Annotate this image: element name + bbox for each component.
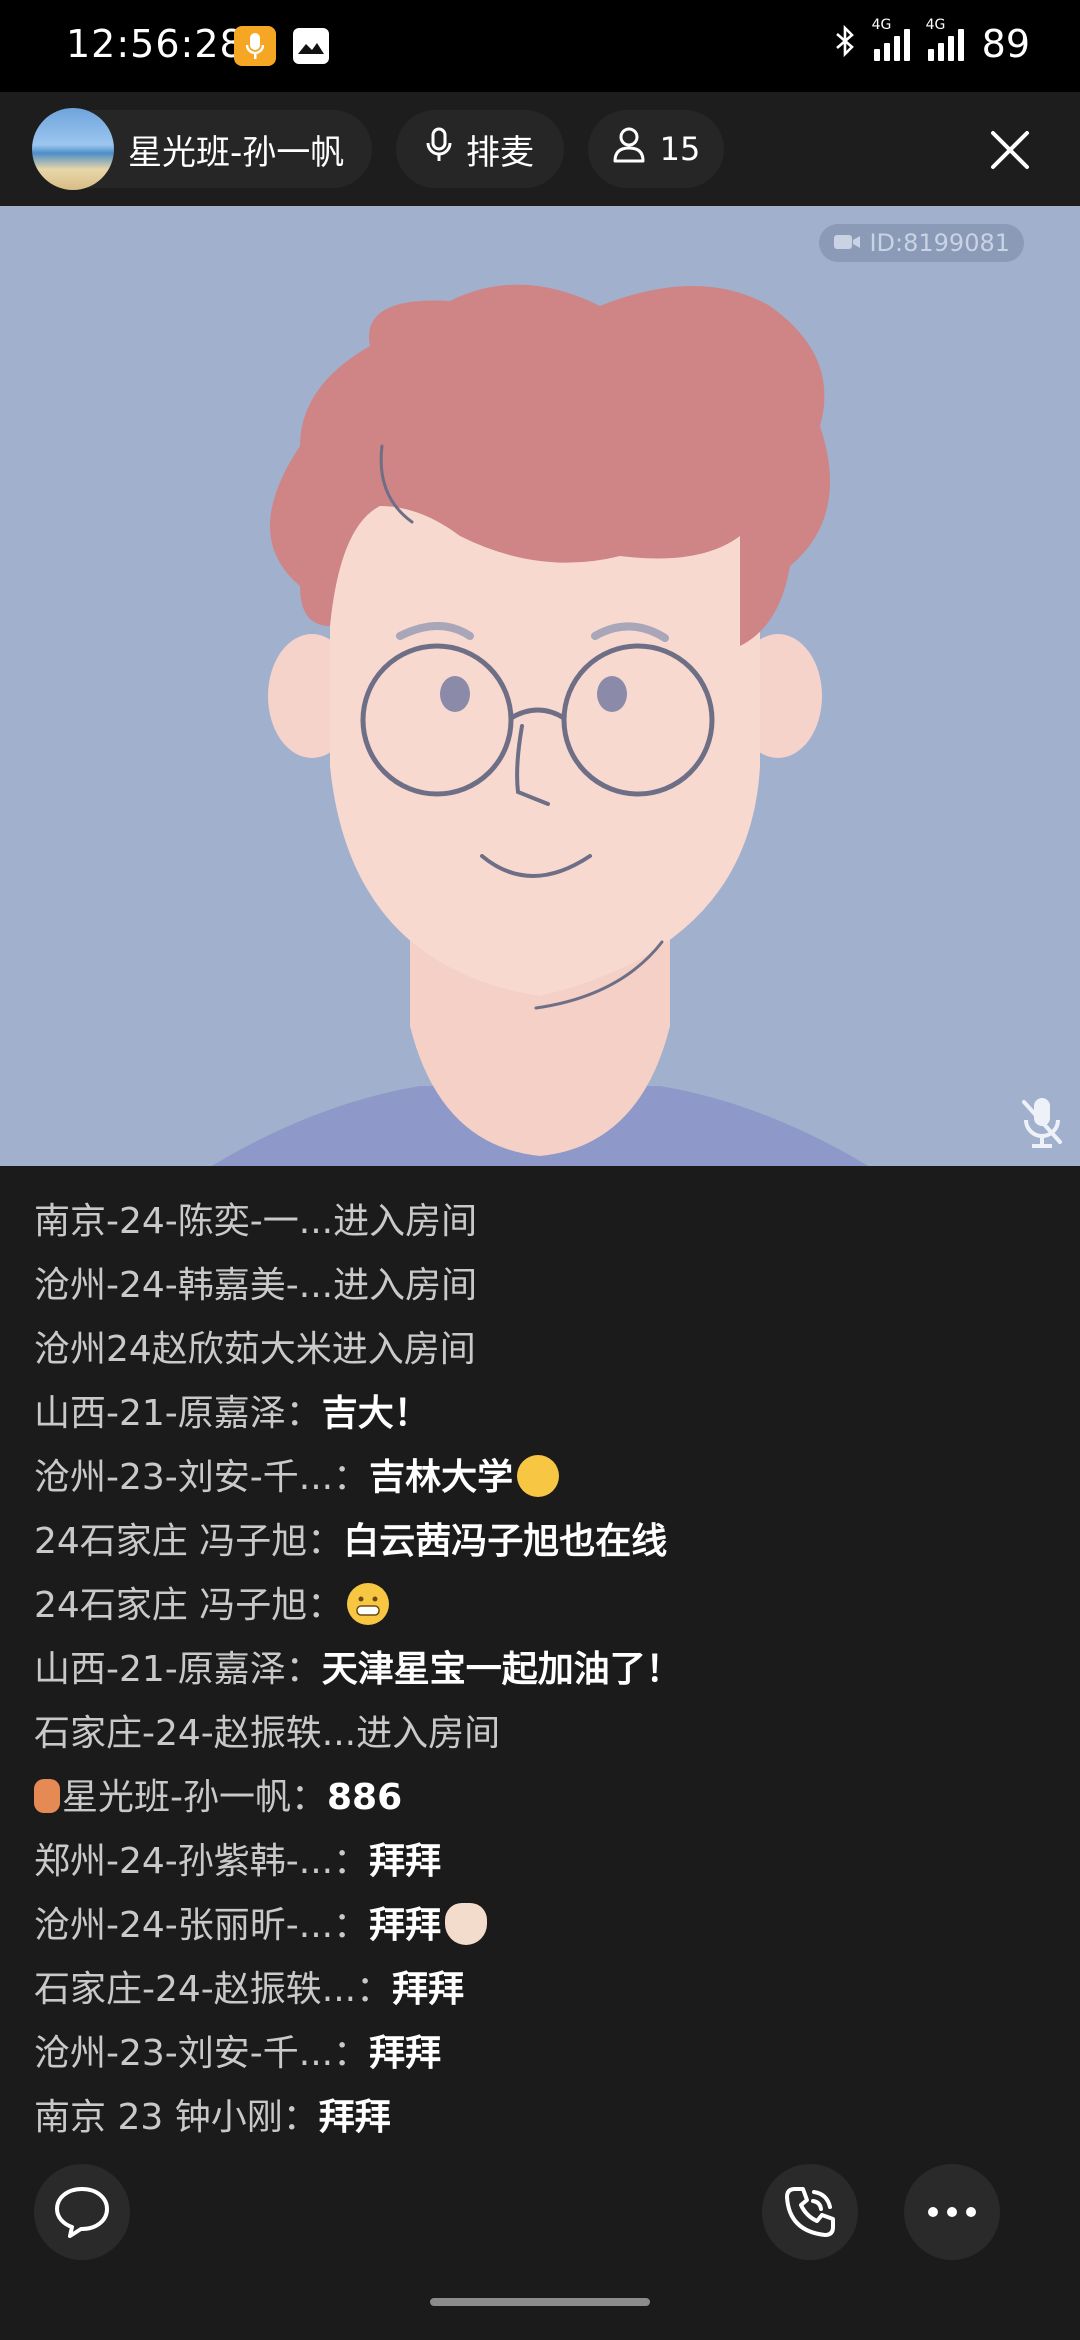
chat-text: 拜拜: [369, 1905, 442, 1946]
chat-message: 星光班-孙一帆：886: [34, 1766, 1044, 1830]
comment-button[interactable]: [34, 2164, 130, 2260]
room-id: ID:8199081: [869, 229, 1010, 257]
chat-text: 吉大！: [321, 1393, 430, 1434]
gallery-icon: [293, 28, 329, 64]
chat-message: 沧州-24-张丽昕-...：拜拜: [34, 1894, 1044, 1958]
chat-message: 沧州-23-刘安-千...：拜拜: [34, 2022, 1044, 2086]
status-bar: 12:56:28 4G 4G 89: [0, 0, 1080, 92]
mic-queue-button[interactable]: 排麦: [396, 110, 564, 188]
call-button[interactable]: [762, 2164, 858, 2260]
more-button[interactable]: [904, 2164, 1000, 2260]
microphone-icon: [426, 127, 452, 172]
status-time: 12:56:28: [66, 22, 245, 66]
chat-message: 南京-24-陈奕-一...进入房间: [34, 1190, 1044, 1254]
chat-text: 拜拜: [392, 1969, 465, 2010]
chat-message: 沧州-24-韩嘉美-...进入房间: [34, 1254, 1044, 1318]
host-name: 星光班-孙一帆: [128, 132, 345, 173]
chat-list[interactable]: 南京-24-陈奕-一...进入房间 沧州-24-韩嘉美-...进入房间 沧州24…: [34, 1190, 1044, 2150]
chat-message: 沧州24赵欣茹大米进入房间: [34, 1318, 1044, 1382]
speech-bubble-icon: [55, 2187, 109, 2238]
avatar: [32, 108, 114, 190]
chat-user: 沧州-23-刘安-千...：: [34, 1457, 370, 1498]
chat-user: 沧州-23-刘安-千...：: [34, 2033, 370, 2074]
chat-text: 拜拜: [318, 2097, 391, 2138]
chat-user: 山西-21-原嘉泽：: [34, 1393, 322, 1434]
chat-user: 沧州-24-韩嘉美-...进入房间: [34, 1265, 478, 1306]
chat-user: 星光班-孙一帆：: [62, 1777, 327, 1818]
chat-user: 沧州24赵欣茹大米进入房间: [34, 1329, 476, 1370]
chat-user: 石家庄-24-赵振轶...进入房间: [34, 1713, 501, 1754]
camera-icon: [833, 229, 861, 257]
chat-message: 沧州-23-刘安-千...：吉林大学: [34, 1446, 1044, 1510]
person-icon: [612, 127, 646, 171]
chat-text: 拜拜: [369, 2033, 442, 2074]
mic-muted-icon: [1020, 1096, 1064, 1154]
grin-emoji-icon: [347, 1583, 390, 1625]
default-avatar-illustration: [211, 284, 869, 1166]
chat-text: 天津星宝一起加油了！: [321, 1649, 682, 1690]
chat-user: 24石家庄 冯子旭：: [34, 1585, 344, 1626]
signal-icon: 4G: [926, 17, 964, 61]
chat-text: 886: [327, 1777, 403, 1818]
viewers-button[interactable]: 15: [588, 110, 724, 188]
room-id-badge: ID:8199081: [819, 224, 1024, 262]
chat-message: 山西-21-原嘉泽：吉大！: [34, 1382, 1044, 1446]
chat-user: 山西-21-原嘉泽：: [34, 1649, 322, 1690]
chat-message: 南京 23 钟小刚：拜拜: [34, 2086, 1044, 2150]
signal-icon: 4G: [872, 17, 910, 61]
battery-level: 89: [981, 22, 1030, 66]
mic-queue-label: 排麦: [466, 132, 534, 173]
more-icon: [928, 2207, 976, 2217]
home-indicator[interactable]: [430, 2298, 650, 2306]
chat-message: 石家庄-24-赵振轶...进入房间: [34, 1702, 1044, 1766]
chat-message: 山西-21-原嘉泽：天津星宝一起加油了！: [34, 1638, 1044, 1702]
phone-call-icon: [785, 2187, 835, 2237]
chat-message: 石家庄-24-赵振轶...：拜拜: [34, 1958, 1044, 2022]
mic-recording-icon: [234, 26, 276, 66]
chat-user: 沧州-24-张丽昕-...：: [34, 1905, 370, 1946]
close-button[interactable]: [980, 120, 1040, 180]
chat-text: 白云茜冯子旭也在线: [343, 1521, 668, 1562]
room-header: 星光班-孙一帆 排麦 15: [0, 92, 1080, 206]
chat-user: 南京-24-陈奕-一...进入房间: [34, 1201, 478, 1242]
chat-user: 南京 23 钟小刚：: [34, 2097, 319, 2138]
video-stream[interactable]: ID:8199081: [0, 206, 1080, 1166]
bluetooth-icon: [834, 22, 856, 66]
close-icon: [991, 131, 1029, 169]
chat-user: 郑州-24-孙紫韩-...：: [34, 1841, 370, 1882]
chat-message: 24石家庄 冯子旭：: [34, 1574, 1044, 1638]
chat-text: 吉林大学: [369, 1457, 514, 1498]
host-info-button[interactable]: 星光班-孙一帆: [32, 108, 372, 190]
chat-text: 拜拜: [369, 1841, 442, 1882]
chat-user: 24石家庄 冯子旭：: [34, 1521, 344, 1562]
chat-message: 郑州-24-孙紫韩-...：拜拜: [34, 1830, 1044, 1894]
thinking-emoji-icon: [517, 1455, 560, 1497]
waving-hand-icon: [445, 1903, 488, 1945]
viewer-count: 15: [659, 130, 701, 168]
chat-user: 石家庄-24-赵振轶...：: [34, 1969, 393, 2010]
chat-message: 24石家庄 冯子旭：白云茜冯子旭也在线: [34, 1510, 1044, 1574]
host-badge-icon: [34, 1779, 60, 1813]
